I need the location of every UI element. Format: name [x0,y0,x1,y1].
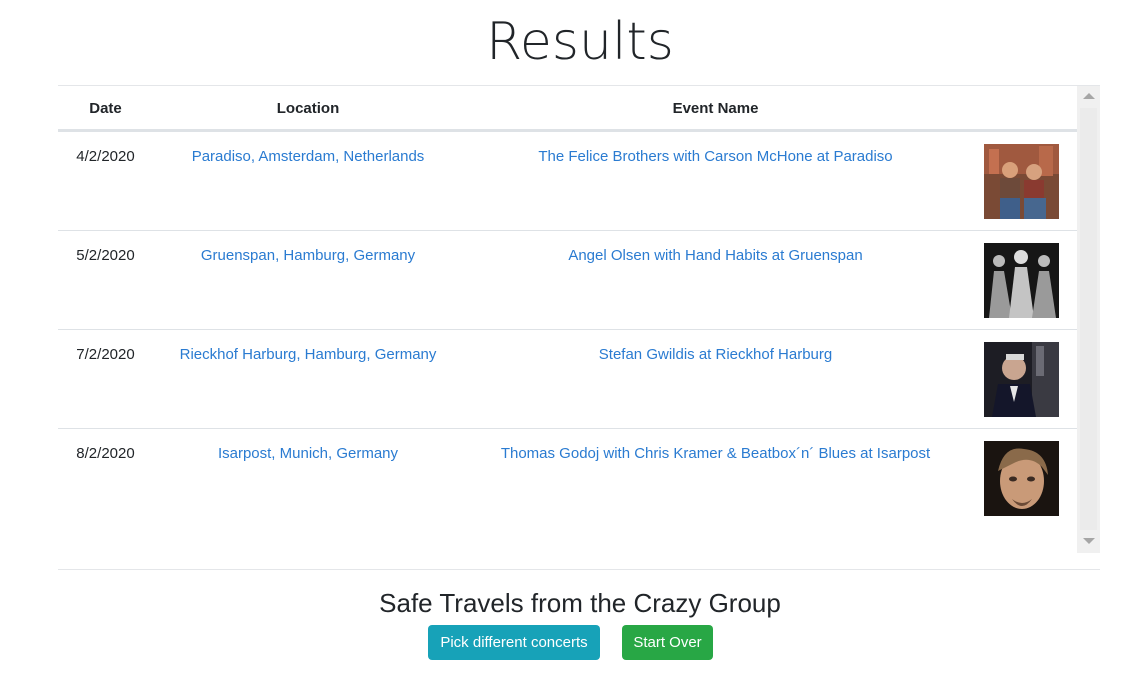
row-event-link[interactable]: Angel Olsen with Hand Habits at Gruenspa… [463,247,968,264]
row-location-link[interactable]: Isarpost, Munich, Germany [153,445,463,462]
event-thumbnail[interactable] [984,243,1059,318]
row-location-link[interactable]: Rieckhof Harburg, Hamburg, Germany [153,346,463,363]
table-row: 4/2/2020 Paradiso, Amsterdam, Netherland… [58,131,1077,230]
event-thumbnail[interactable] [984,441,1059,516]
header-date: Date [89,100,122,117]
row-event-link[interactable]: The Felice Brothers with Carson McHone a… [463,148,968,165]
scroll-down-arrow-icon[interactable] [1083,538,1095,544]
row-location-link[interactable]: Gruenspan, Hamburg, Germany [153,247,463,264]
header-event-name: Event Name [672,100,759,117]
row-event-link[interactable]: Thomas Godoj with Chris Kramer & Beatbox… [463,445,968,462]
row-date: 5/2/2020 [76,247,135,264]
header-location: Location [276,100,340,117]
row-event-link[interactable]: Stefan Gwildis at Rieckhof Harburg [463,346,968,363]
scroll-up-arrow-icon[interactable] [1083,93,1095,99]
footer-divider [58,569,1100,570]
event-thumbnail[interactable] [984,144,1059,219]
table-header: Date Location Event Name [58,86,1077,131]
event-thumbnail[interactable] [984,342,1059,417]
table-scrollbar[interactable] [1077,86,1100,553]
page-title: Results [486,12,674,72]
scrollbar-thumb[interactable] [1080,108,1097,530]
table-row: 7/2/2020 Rieckhof Harburg, Hamburg, Germ… [58,329,1077,428]
pick-different-concerts-button[interactable]: Pick different concerts [428,625,600,660]
row-date: 8/2/2020 [76,445,135,462]
table-row: 5/2/2020 Gruenspan, Hamburg, Germany Ang… [58,230,1077,329]
footer-message: Safe Travels from the Crazy Group [379,588,781,618]
row-date: 7/2/2020 [76,346,135,363]
table-row: 8/2/2020 Isarpost, Munich, Germany Thoma… [58,428,1077,527]
row-date: 4/2/2020 [76,148,135,165]
row-location-link[interactable]: Paradiso, Amsterdam, Netherlands [153,148,463,165]
results-table: Date Location Event Name 4/2/2020 Paradi… [58,86,1077,553]
results-table-container[interactable]: Date Location Event Name 4/2/2020 Paradi… [58,86,1100,553]
start-over-button[interactable]: Start Over [622,625,713,660]
